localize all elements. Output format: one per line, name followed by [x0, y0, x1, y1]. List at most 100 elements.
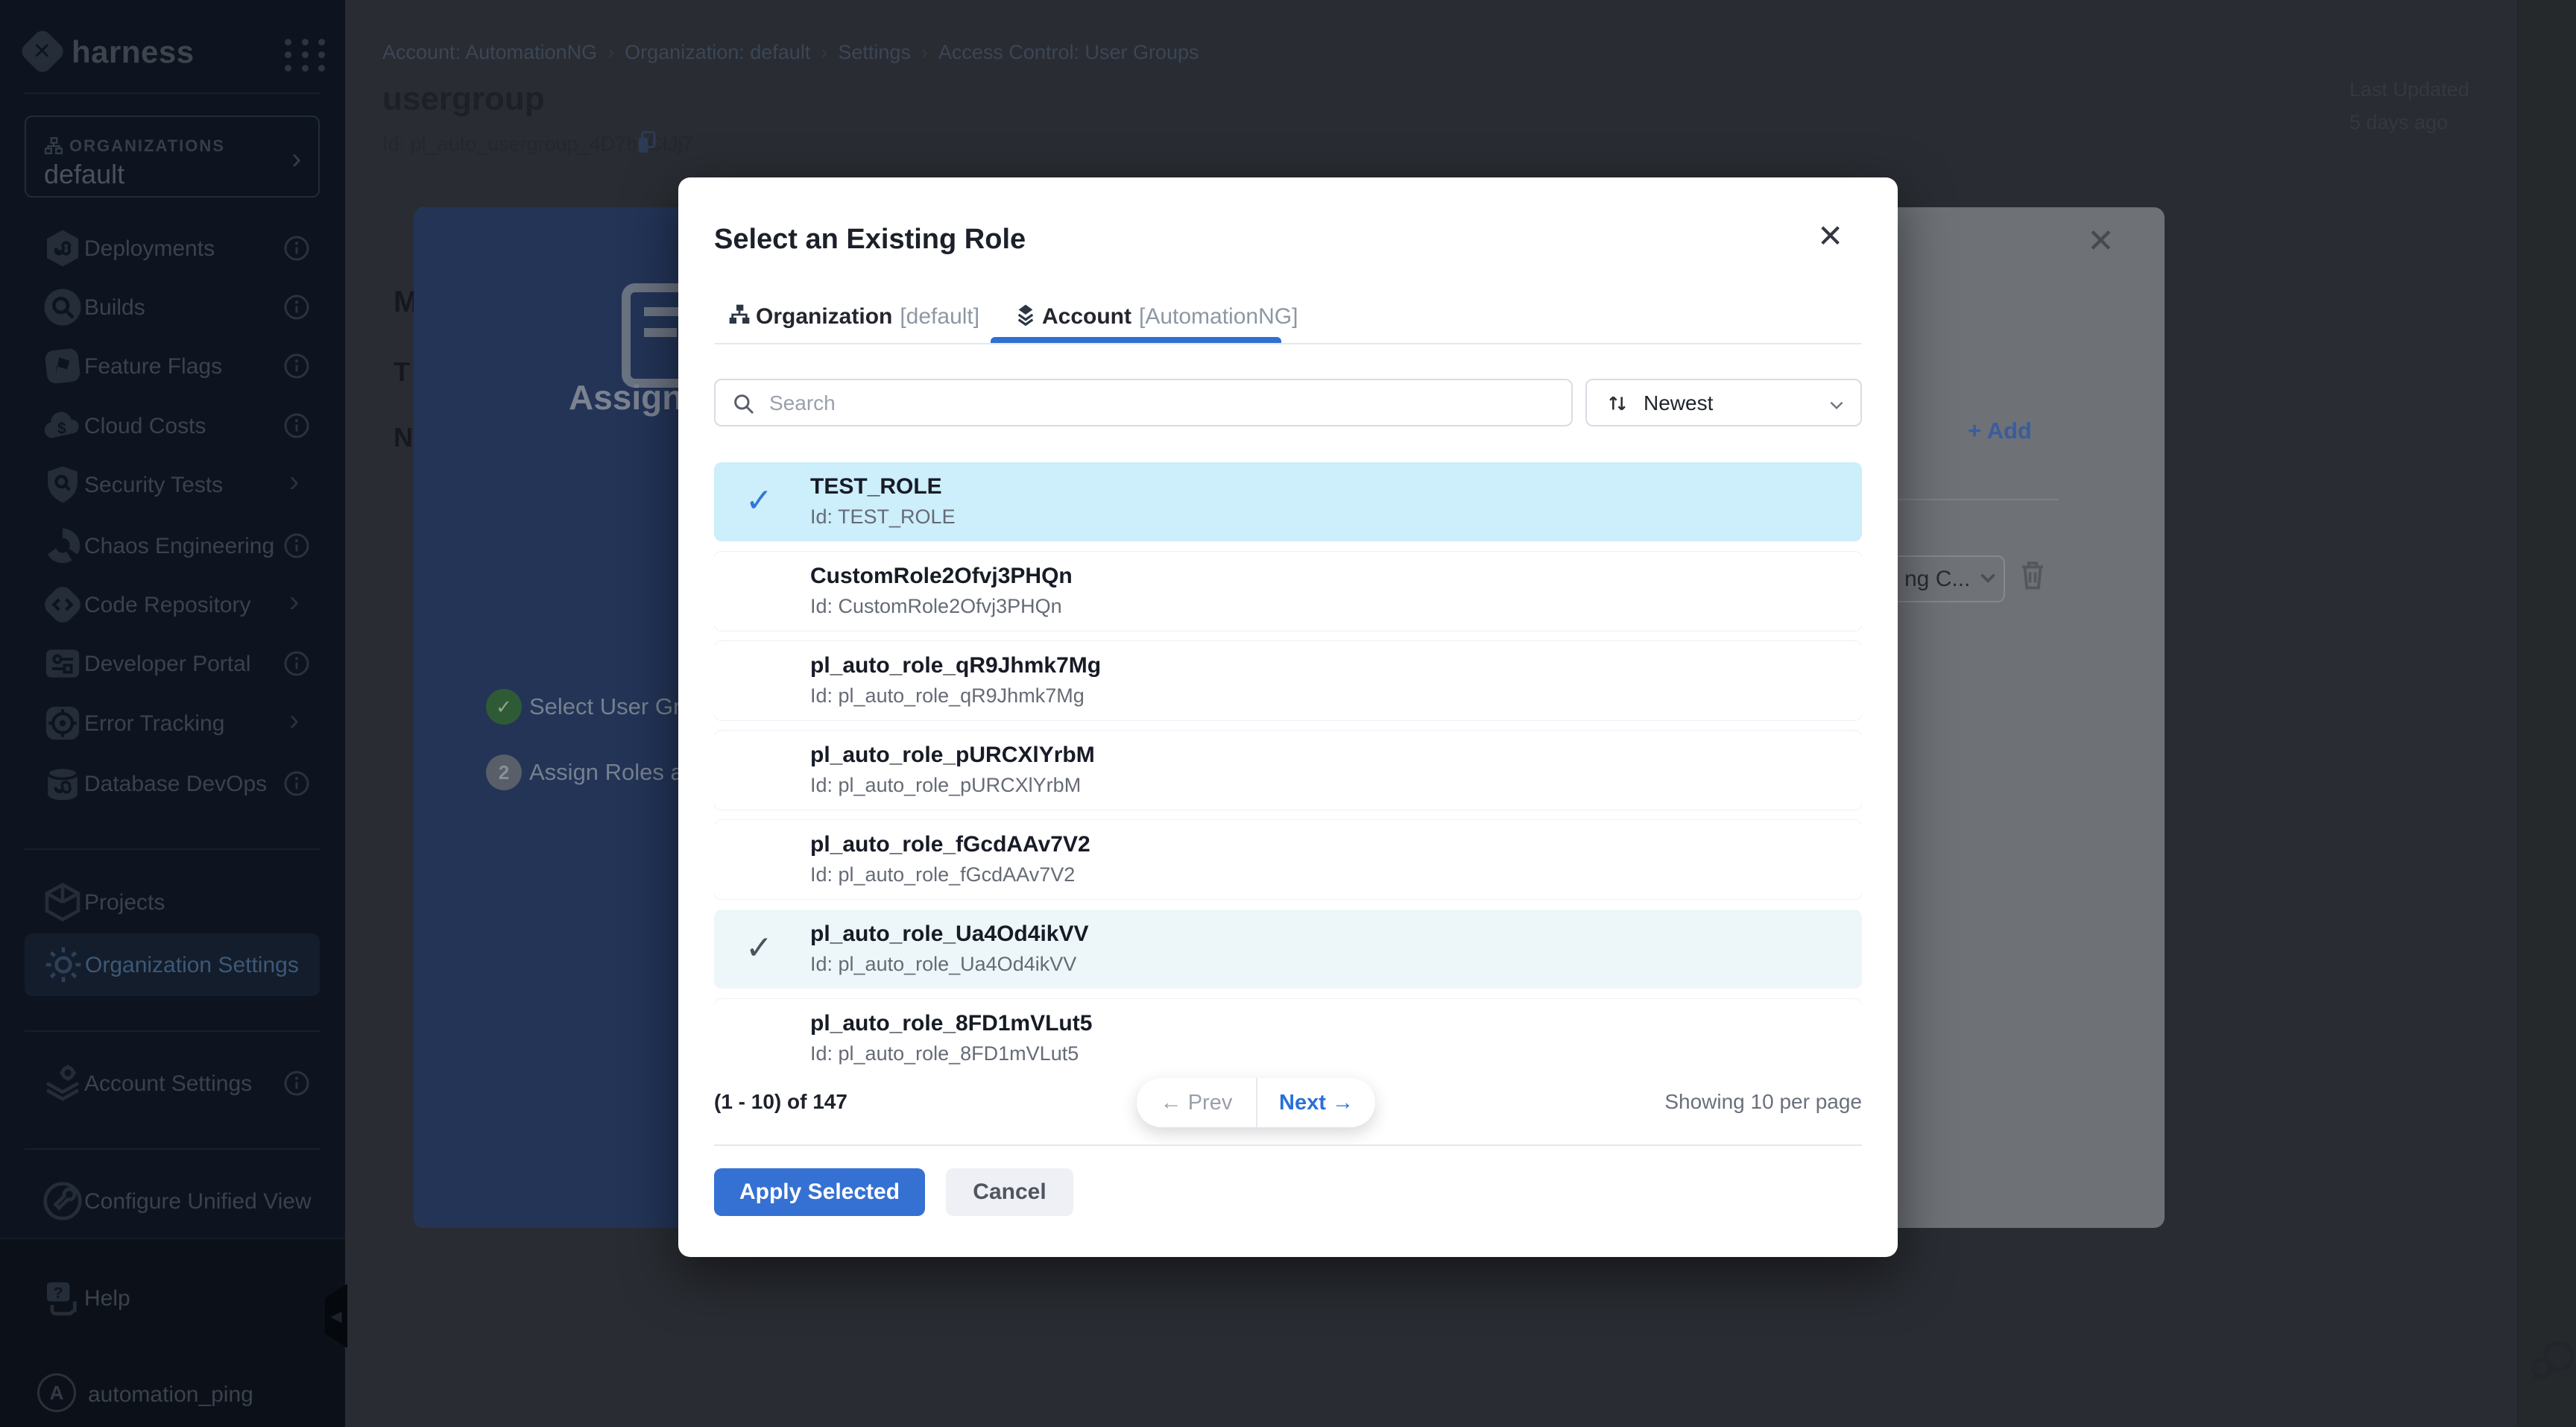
role-list-item[interactable]: ✓ CustomRole2Ofvj3PHQn Id: CustomRole2Of… [714, 552, 1862, 631]
sidebar-item-label: Cloud Costs [84, 414, 206, 439]
add-role-binding-button[interactable]: + Add [1968, 418, 2032, 444]
sidebar-item-configure-unified-view[interactable]: Configure Unified View [0, 1171, 345, 1231]
sidebar-item-chaos-engineering[interactable]: Chaos Engineering [0, 516, 345, 576]
dialog-close-icon[interactable]: ✕ [1817, 221, 1843, 252]
role-list-item[interactable]: ✓ pl_auto_role_8FD1mVLut5 Id: pl_auto_ro… [714, 999, 1862, 1072]
account-layers-icon [1014, 303, 1038, 330]
role-name: pl_auto_role_pURCXlYrbM [810, 743, 1095, 768]
copy-icon[interactable] [636, 130, 658, 159]
sidebar-item-label: Code Repository [84, 593, 250, 618]
sort-dropdown[interactable]: Newest [1585, 379, 1862, 426]
org-tree-icon [44, 136, 63, 160]
info-icon [283, 294, 310, 321]
prev-page-button[interactable]: ← Prev [1137, 1078, 1256, 1127]
search-input[interactable]: Search [714, 379, 1573, 426]
next-page-button[interactable]: Next → [1256, 1078, 1375, 1127]
org-selector[interactable]: ORGANIZATIONS default › [25, 116, 320, 198]
feature-flags-icon [42, 345, 83, 387]
sidebar-item-help[interactable]: ? Help [0, 1268, 345, 1328]
wizard-step-label: Assign Roles an [529, 759, 696, 786]
avatar-letter: A [50, 1382, 64, 1405]
sort-value: Newest [1644, 391, 1713, 415]
search-icon [732, 392, 756, 420]
wrench-icon [42, 1180, 83, 1222]
wizard-divider [1898, 499, 2059, 500]
pagination-page-size: Showing 10 per page [1532, 1090, 1862, 1114]
breadcrumb-item[interactable]: Access Control: User Groups [938, 41, 1199, 63]
sidebar-item-developer-portal[interactable]: Developer Portal [0, 634, 345, 693]
org-selector-label: ORGANIZATIONS [69, 136, 225, 156]
apps-grid-icon[interactable] [285, 39, 329, 72]
sidebar-item-cloud-costs[interactable]: $ Cloud Costs [0, 396, 345, 456]
breadcrumb[interactable]: Account: AutomationNG › Organization: defa… [382, 41, 1199, 64]
sidebar-item-label: Configure Unified View [84, 1189, 312, 1215]
sidebar-item-database-devops[interactable]: Database DevOps [0, 754, 345, 813]
tabs-baseline [714, 343, 1862, 344]
role-id: Id: pl_auto_role_qR9Jhmk7Mg [810, 684, 1085, 708]
role-list-item[interactable]: ✓ pl_auto_role_pURCXlYrbM Id: pl_auto_ro… [714, 731, 1862, 810]
divider [25, 1030, 321, 1032]
logo-row: ✕ harness [25, 33, 323, 75]
sidebar-item-feature-flags[interactable]: Feature Flags [0, 336, 345, 396]
sidebar-item-deployments[interactable]: Deployments [0, 218, 345, 278]
deployments-icon [42, 227, 83, 269]
last-updated: Last Updated 5 days ago [2349, 73, 2469, 139]
arrow-left-icon: ← [1161, 1091, 1182, 1115]
select-existing-role-dialog: Select an Existing Role ✕ Organization[d… [678, 177, 1898, 1257]
divider [25, 1148, 321, 1150]
support-chat-icon[interactable] [2529, 1338, 2576, 1387]
role-list-item[interactable]: ✓ pl_auto_role_qR9Jhmk7Mg Id: pl_auto_ro… [714, 641, 1862, 720]
sidebar-item-label: Projects [84, 890, 165, 916]
cancel-button[interactable]: Cancel [946, 1168, 1073, 1216]
sidebar-item-account-settings[interactable]: Account Settings [0, 1053, 345, 1113]
page-right-column [2517, 0, 2576, 1427]
tab-label: Organization[default] [756, 304, 979, 330]
sidebar-item-security-tests[interactable]: Security Tests › [0, 455, 345, 514]
sidebar-item-organization-settings[interactable]: Organization Settings [25, 933, 320, 996]
sidebar-item-builds[interactable]: Builds [0, 277, 345, 337]
sidebar-item-code-repository[interactable]: Code Repository › [0, 575, 345, 634]
security-tests-icon [42, 464, 83, 505]
info-icon [283, 412, 310, 439]
apply-selected-button[interactable]: Apply Selected [714, 1168, 925, 1216]
dialog-title: Select an Existing Role [714, 224, 1026, 256]
wizard-step-label: Select User Gro [529, 693, 694, 720]
clipped-label: N [394, 422, 416, 453]
sidebar-item-label: Chaos Engineering [84, 534, 274, 559]
tab-scope: [AutomationNG] [1139, 304, 1298, 329]
org-tree-icon [727, 303, 751, 330]
sidebar-item-projects[interactable]: Projects [0, 872, 345, 932]
breadcrumb-item[interactable]: Settings [838, 41, 911, 63]
cloud-costs-icon: $ [42, 405, 83, 447]
role-name: pl_auto_role_Ua4Od4ikVV [810, 922, 1088, 947]
role-id: Id: pl_auto_role_fGcdAAv7V2 [810, 863, 1075, 886]
breadcrumb-item[interactable]: Account: AutomationNG [382, 41, 597, 63]
sidebar-item-error-tracking[interactable]: Error Tracking › [0, 693, 345, 753]
step-number-badge: 2 [486, 755, 522, 790]
tab-label: Account[AutomationNG] [1042, 304, 1298, 330]
delete-binding-icon[interactable] [2017, 558, 2048, 596]
chevron-right-icon: › [289, 585, 299, 619]
breadcrumb-separator: › [821, 41, 827, 63]
role-binding-dropdown-value: ng C... [1904, 567, 1970, 592]
developer-portal-icon [42, 643, 83, 684]
role-list-item[interactable]: ✓ pl_auto_role_Ua4Od4ikVV Id: pl_auto_ro… [714, 910, 1862, 989]
code-repository-icon [42, 584, 83, 626]
check-icon: ✓ [745, 482, 773, 520]
chevron-down-icon [1827, 395, 1846, 418]
info-icon [283, 353, 310, 379]
wizard-close-icon[interactable]: ✕ [2087, 222, 2115, 260]
user-menu[interactable]: A automation_ping [0, 1358, 345, 1418]
help-chat-icon: ? [42, 1277, 83, 1319]
error-tracking-icon [42, 702, 83, 744]
role-list-item[interactable]: ✓ TEST_ROLE Id: TEST_ROLE [714, 462, 1862, 541]
breadcrumb-separator: › [921, 41, 928, 63]
breadcrumb-item[interactable]: Organization: default [625, 41, 810, 63]
harness-logo-icon: ✕ [18, 27, 66, 75]
role-id: Id: pl_auto_role_8FD1mVLut5 [810, 1042, 1079, 1065]
search-placeholder: Search [769, 391, 836, 415]
divider [714, 1144, 1862, 1146]
info-icon [283, 235, 310, 262]
role-list-item[interactable]: ✓ pl_auto_role_fGcdAAv7V2 Id: pl_auto_ro… [714, 820, 1862, 899]
chevron-down-icon [1975, 565, 2001, 594]
